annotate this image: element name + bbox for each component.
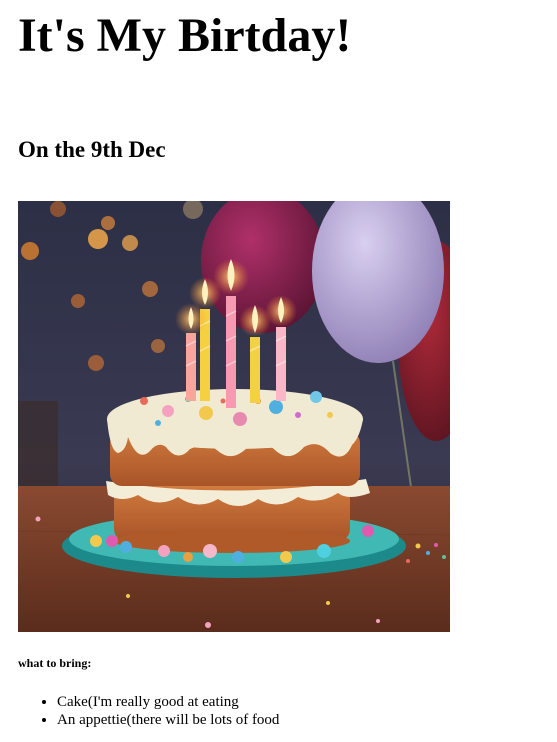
birthday-cake-image bbox=[18, 201, 450, 632]
event-date-heading: On the 9th Dec bbox=[18, 137, 166, 162]
page-title: It's My Birtday! bbox=[18, 9, 352, 62]
bring-list: Cake(I'm really good at eating An appett… bbox=[18, 693, 279, 729]
list-item: An appettie(there will be lots of food bbox=[57, 711, 279, 729]
what-to-bring-label: what to bring: bbox=[18, 656, 92, 670]
page: It's My Birtday! On the 9th Dec what to … bbox=[0, 0, 557, 742]
list-item: Cake(I'm really good at eating bbox=[57, 693, 279, 711]
